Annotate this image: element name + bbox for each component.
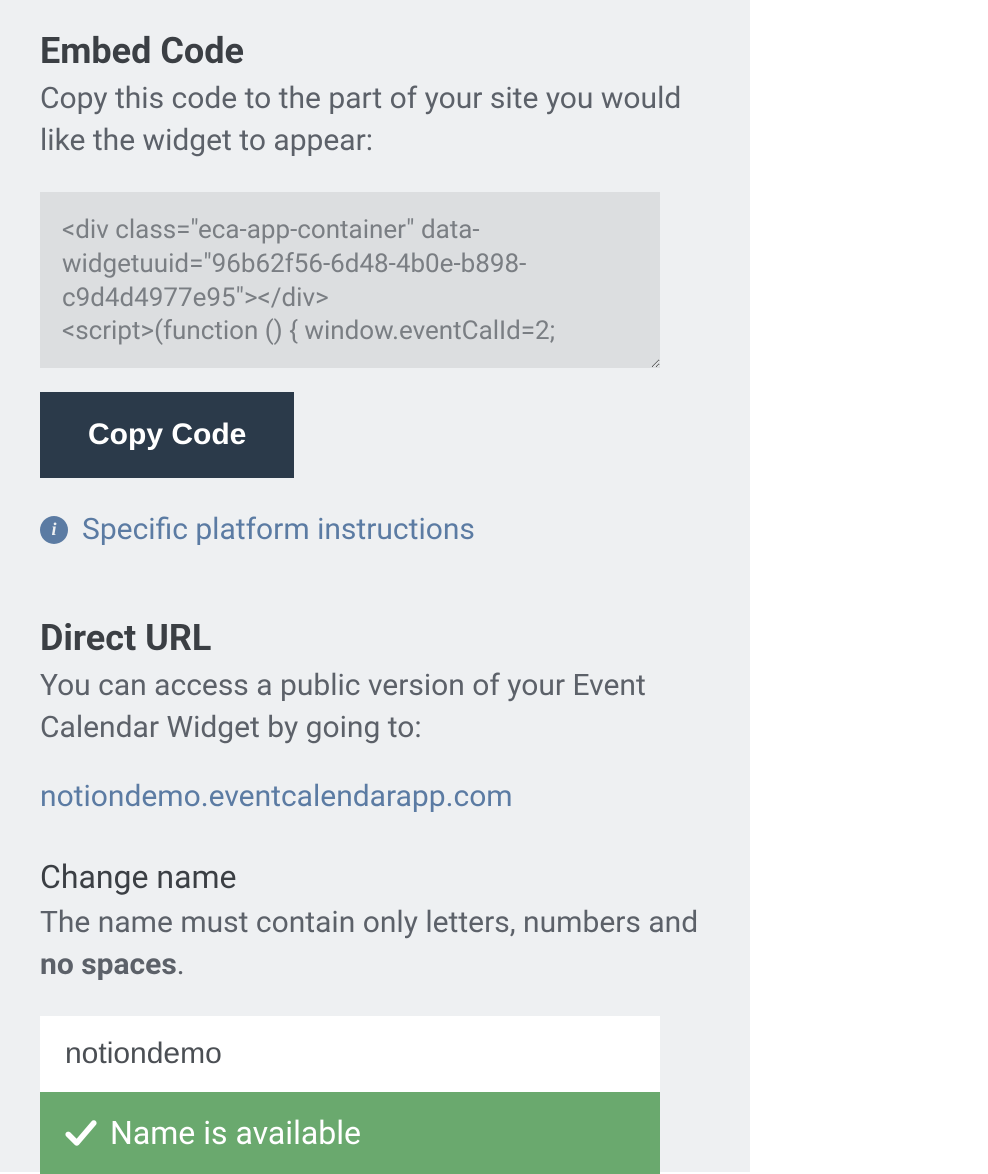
copy-code-button[interactable]: Copy Code bbox=[40, 392, 294, 478]
embed-code-description: Copy this code to the part of your site … bbox=[40, 78, 710, 162]
change-name-title: Change name bbox=[40, 858, 710, 896]
settings-panel: Embed Code Copy this code to the part of… bbox=[0, 0, 750, 1172]
name-available-text: Name is available bbox=[110, 1114, 361, 1152]
embed-code-textarea[interactable]: <div class="eca-app-container" data-widg… bbox=[40, 192, 660, 368]
info-icon: i bbox=[40, 516, 68, 544]
name-input[interactable] bbox=[40, 1016, 660, 1092]
platform-instructions-link[interactable]: i Specific platform instructions bbox=[40, 512, 710, 547]
name-available-banner: Name is available bbox=[40, 1092, 660, 1174]
direct-url-link[interactable]: notiondemo.eventcalendarapp.com bbox=[40, 779, 710, 814]
direct-url-title: Direct URL bbox=[40, 617, 710, 659]
direct-url-description: You can access a public version of your … bbox=[40, 665, 710, 749]
platform-instructions-label: Specific platform instructions bbox=[82, 512, 475, 547]
check-icon bbox=[64, 1116, 98, 1150]
change-name-description: The name must contain only letters, numb… bbox=[40, 902, 710, 986]
embed-code-title: Embed Code bbox=[40, 30, 710, 72]
